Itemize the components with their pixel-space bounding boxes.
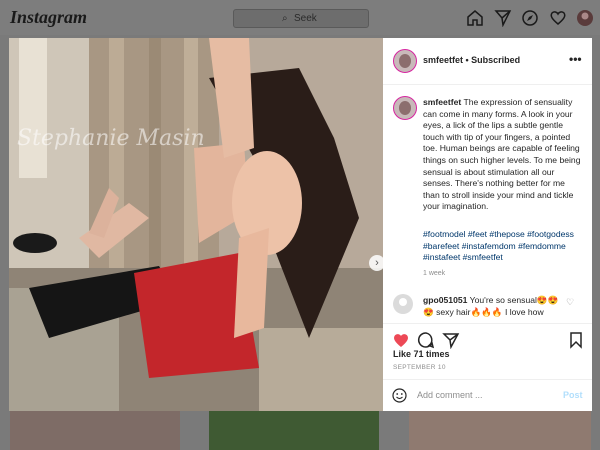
comment-like-icon[interactable]: ♡	[566, 297, 574, 308]
grid-thumbnail[interactable]	[10, 410, 180, 450]
caption-timestamp: 1 week	[423, 270, 446, 277]
home-icon[interactable]	[466, 9, 484, 27]
search-icon: ⌕	[282, 13, 288, 24]
direct-icon[interactable]	[494, 9, 512, 27]
grid-thumbnail[interactable]	[209, 410, 379, 450]
add-comment-bar: Add comment ... Post	[383, 379, 592, 412]
subscribed-status[interactable]: Subscribed	[471, 55, 520, 65]
commenter-avatar[interactable]	[393, 294, 413, 314]
post-comment-button[interactable]: Post	[563, 388, 583, 402]
caption-username[interactable]: smfeetfet	[423, 97, 461, 107]
watermark: Stephanie Masin	[17, 126, 205, 151]
post-photo[interactable]: Stephanie Masin ›	[9, 38, 383, 411]
emoji-icon[interactable]	[392, 388, 407, 403]
separator: •	[463, 55, 472, 65]
post-header: smfeetfet • Subscribed •••	[383, 38, 592, 85]
comment-icon[interactable]	[417, 331, 435, 349]
explore-icon[interactable]	[521, 9, 539, 27]
share-icon[interactable]	[442, 331, 460, 349]
photo-image: Stephanie Masin	[9, 38, 383, 411]
post-date: SEPTEMBER 10	[393, 364, 446, 371]
like-count[interactable]: Like 71 times	[393, 349, 450, 359]
chevron-right-icon: ›	[375, 257, 379, 269]
profile-avatar[interactable]	[576, 9, 594, 27]
hashtags[interactable]: #footmodel #feet #thepose #footgodess #b…	[423, 229, 583, 264]
instagram-logo[interactable]: Instagram	[10, 7, 87, 28]
search-input[interactable]: ⌕ Seek	[233, 9, 369, 28]
caption-avatar[interactable]	[393, 96, 417, 120]
caption-body: The expression of sensuality can come in…	[423, 97, 581, 212]
author-line: smfeetfet • Subscribed	[423, 55, 520, 65]
more-options-button[interactable]: •••	[569, 52, 582, 66]
post-detail-panel: smfeetfet • Subscribed ••• smfeetfet The…	[383, 38, 592, 411]
heart-icon[interactable]	[549, 9, 567, 27]
grid-thumbnail[interactable]	[409, 410, 591, 450]
add-comment-input[interactable]: Add comment ...	[417, 388, 547, 402]
like-heart-icon[interactable]	[392, 331, 410, 349]
caption-text: smfeetfet The expression of sensuality c…	[423, 97, 583, 213]
commenter-username[interactable]: gpo051051	[423, 295, 467, 305]
top-navigation: Instagram ⌕ Seek	[0, 0, 600, 35]
comment-text: gpo051051 You're so sensual😍😍😍 sexy hair…	[423, 295, 563, 318]
author-username[interactable]: smfeetfet	[423, 55, 463, 65]
next-photo-button[interactable]: ›	[369, 255, 383, 271]
search-placeholder: Seek	[294, 13, 317, 24]
author-avatar[interactable]	[393, 49, 417, 73]
bookmark-icon[interactable]	[567, 331, 585, 349]
